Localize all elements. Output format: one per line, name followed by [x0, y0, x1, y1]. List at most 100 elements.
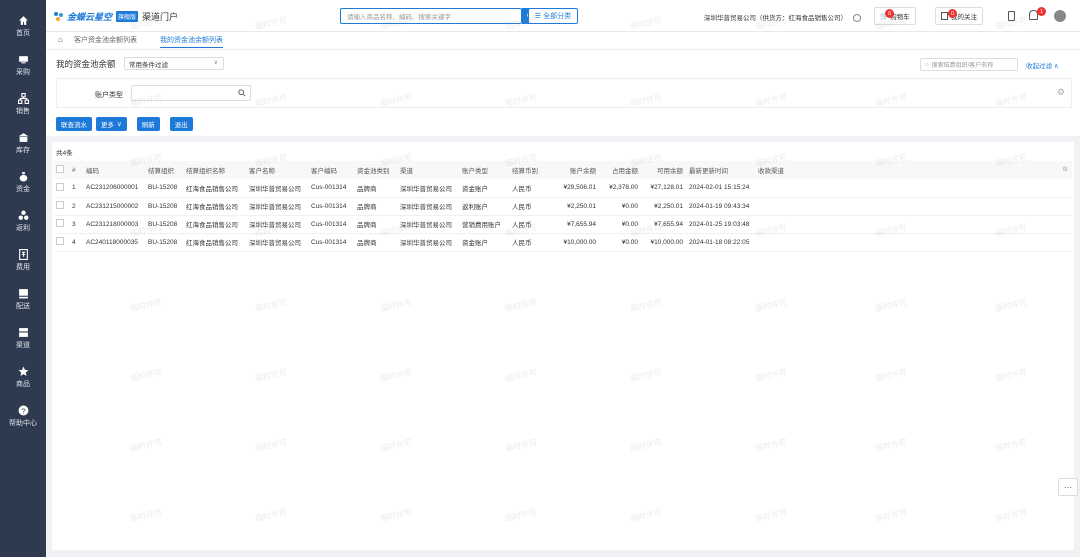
inventory-icon	[18, 133, 28, 142]
table-cell: 深圳华普贸易公司	[398, 197, 460, 216]
delivery-icon	[18, 289, 28, 299]
col-header[interactable]: 账户余额	[552, 161, 598, 179]
sidebar-item-label: 渠道	[16, 342, 30, 349]
col-header[interactable]: 客户名称	[247, 161, 309, 179]
chat-button[interactable]: ⋯	[1058, 478, 1078, 496]
follow-icon	[941, 12, 948, 20]
more-button[interactable]: 更多 ∨	[96, 117, 127, 131]
follow-badge: 0	[948, 9, 957, 18]
sidebar-item-product[interactable]: 商品	[0, 358, 46, 397]
table-header-row: # 编码 结算组织 结算组织名称 客户名称 客户编码 资金池类别 渠道 账户类型…	[54, 161, 1072, 179]
sales-icon	[17, 93, 29, 104]
brand-logo: 金蝶云星空	[67, 12, 113, 22]
col-header[interactable]: 渠道	[398, 161, 460, 179]
search-placeholder: 请输入商品名称、编码、搜索关键字	[347, 14, 451, 21]
table-row[interactable]: 2 AC231215000002 BU-15208 红海食品销售公司 深圳华普贸易公司 C…	[54, 197, 1072, 216]
col-header[interactable]: 结算币别	[510, 161, 552, 179]
page-title: 我的资金池余额	[56, 59, 116, 69]
table-cell: ¥2,250.01	[640, 197, 685, 216]
table-cell: 品牌商	[355, 233, 398, 252]
row-checkbox[interactable]	[54, 233, 70, 252]
filter-select[interactable]: 常用条件过滤 ∨	[124, 57, 224, 70]
sidebar-item-funds[interactable]: 资金	[0, 163, 46, 202]
table-cell: 深圳华普贸易公司	[398, 179, 460, 198]
select-all-checkbox[interactable]	[54, 161, 70, 179]
row-checkbox[interactable]	[54, 197, 70, 216]
table-row[interactable]: 4 AC240118000035 BU-15208 红海食品销售公司 深圳华普贸易公司 C…	[54, 233, 1072, 252]
account-type-input[interactable]	[131, 85, 251, 101]
tab-my-pool-list[interactable]: 我的资金池余额列表	[160, 35, 223, 48]
cart-button[interactable]: 🛒 购物车 0	[874, 7, 916, 25]
table-cell	[756, 179, 1072, 198]
home-icon	[18, 15, 28, 25]
col-header[interactable]: 收款渠道 ⚙	[756, 161, 1072, 179]
sidebar-item-sales[interactable]: 销售	[0, 85, 46, 124]
collapse-filter-link[interactable]: 收起过滤 ∧	[1026, 60, 1059, 70]
table-cell: AC231206000001	[84, 179, 146, 198]
col-header[interactable]: 可用余额	[640, 161, 685, 179]
table-cell: ¥0.00	[598, 215, 640, 234]
table-cell: 深圳华普贸易公司	[398, 215, 460, 234]
col-header[interactable]: 结算组织	[146, 161, 184, 179]
table-cell: Cus-001314	[309, 197, 355, 216]
table-cell: 品牌商	[355, 197, 398, 216]
org-search-input[interactable]: ○ 搜索结算组织/客户名称	[920, 58, 1018, 71]
sidebar-item-expense[interactable]: 费用	[0, 241, 46, 280]
sidebar-item-label: 首页	[16, 29, 30, 37]
sidebar-item-label: 库存	[16, 147, 30, 154]
settings-icon[interactable]: ⚙	[1057, 87, 1065, 98]
table-cell: 红海食品销售公司	[184, 233, 247, 252]
col-header[interactable]: 占用金额	[598, 161, 640, 179]
cart-badge: 0	[885, 9, 894, 18]
follow-button[interactable]: 我的关注 0	[935, 7, 983, 25]
table-cell	[756, 197, 1072, 216]
table-cell: ¥0.00	[598, 197, 640, 216]
row-checkbox[interactable]	[54, 179, 70, 198]
filter-box: 账户类型 ⚙	[56, 78, 1072, 108]
menu-icon: ☰	[534, 13, 542, 20]
collapse-label: 收起过滤	[1026, 63, 1052, 70]
exit-button[interactable]: 退出	[169, 117, 193, 131]
mobile-icon[interactable]	[1008, 11, 1015, 21]
table-cell: 2024-02-01 15:15:24	[685, 179, 756, 198]
col-header[interactable]: 账户类型	[460, 161, 510, 179]
sidebar-item-label: 返利	[16, 225, 30, 232]
col-header[interactable]: 最新更新时间	[685, 161, 756, 179]
col-header[interactable]: 客户编码	[309, 161, 355, 179]
sidebar-item-rebate[interactable]: 返利	[0, 202, 46, 241]
home-icon[interactable]: ⌂	[58, 35, 63, 44]
sidebar-item-help[interactable]: ? 帮助中心	[0, 397, 46, 436]
table-cell: Cus-001314	[309, 233, 355, 252]
sidebar-item-channel[interactable]: 渠道	[0, 319, 46, 358]
tab-customer-pool-list[interactable]: 客户资金池余额列表	[74, 35, 137, 45]
table-cell: BU-15208	[146, 233, 184, 252]
avatar[interactable]	[1054, 10, 1066, 22]
table-cell: Cus-001314	[309, 179, 355, 198]
row-checkbox[interactable]	[54, 215, 70, 234]
switch-icon[interactable]	[852, 14, 861, 23]
col-header[interactable]: 资金池类别	[355, 161, 398, 179]
all-categories-button[interactable]: ☰ 全部分类	[528, 8, 578, 24]
sidebar-item-delivery[interactable]: 配送	[0, 280, 46, 319]
table-cell: 深圳华普贸易公司	[247, 197, 309, 216]
global-search-input[interactable]: 请输入商品名称、编码、搜索关键字	[340, 8, 522, 24]
table-cell	[756, 215, 1072, 234]
chevron-down-icon: ∨	[117, 121, 122, 128]
col-header[interactable]: 编码	[84, 161, 146, 179]
col-header[interactable]: 结算组织名称	[184, 161, 247, 179]
sidebar-item-home[interactable]: 首页	[0, 0, 46, 46]
col-header: #	[70, 161, 84, 179]
query-flow-button[interactable]: 联查流水	[56, 117, 92, 131]
refresh-button[interactable]: 刷新	[136, 117, 160, 131]
table-cell: 人民币	[510, 197, 552, 216]
table-row[interactable]: 3 AC231218000003 BU-15208 红海食品销售公司 深圳华普贸易公司 C…	[54, 215, 1072, 234]
gear-icon[interactable]: ⚙	[1062, 165, 1068, 173]
top-bar: 金蝶云星空 旗舰版 渠道门户 请输入商品名称、编码、搜索关键字 ☰ 全部分类 深…	[46, 0, 1080, 32]
brand[interactable]: 金蝶云星空 旗舰版 渠道门户	[54, 10, 178, 23]
company-info: 深圳华普贸易公司（供货方：红海食品销售公司）	[704, 12, 861, 23]
table-row[interactable]: 1 AC231206000001 BU-15208 红海食品销售公司 深圳华普贸易公司 C…	[54, 179, 1072, 198]
sidebar-item-purchase[interactable]: 采购	[0, 46, 46, 85]
sidebar-item-inventory[interactable]: 库存	[0, 124, 46, 163]
purchase-icon	[18, 56, 28, 64]
table-cell: 深圳华普贸易公司	[247, 233, 309, 252]
